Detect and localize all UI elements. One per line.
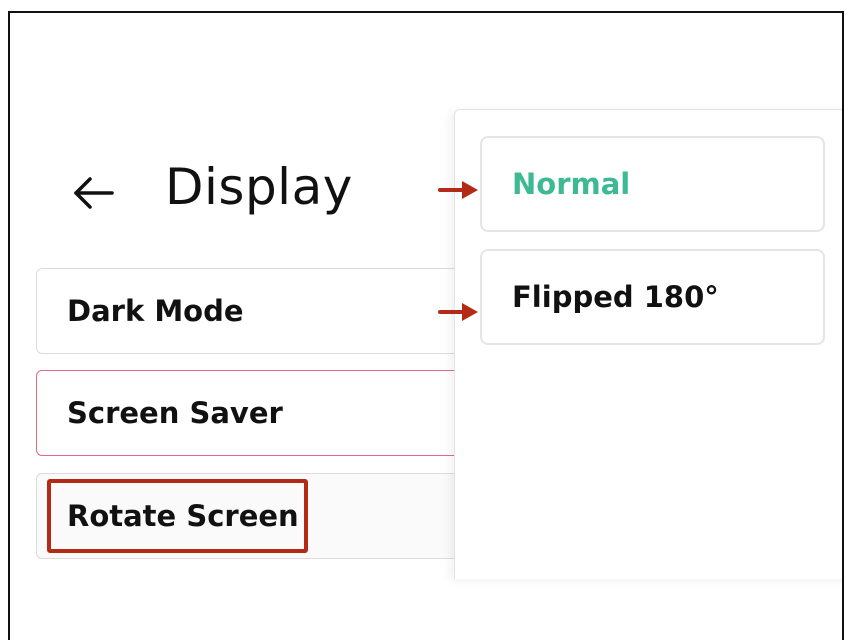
setting-dark-mode[interactable]: Dark Mode	[36, 268, 476, 354]
option-normal[interactable]: Normal	[480, 136, 825, 232]
page-title: Display	[165, 158, 353, 216]
arrow-right-icon	[438, 301, 480, 323]
option-flipped-180[interactable]: Flipped 180°	[480, 249, 825, 345]
option-label: Flipped 180°	[512, 280, 719, 314]
option-label: Normal	[512, 167, 631, 201]
arrow-left-icon[interactable]	[70, 173, 118, 213]
page-header: Display	[70, 153, 352, 233]
arrow-right-icon	[438, 179, 480, 201]
screenshot-frame: Display Dark Mode Screen Saver Rotate Sc…	[8, 11, 844, 640]
setting-label: Screen Saver	[67, 396, 283, 430]
annotation-highlight-box	[47, 479, 308, 553]
setting-label: Dark Mode	[67, 294, 244, 328]
rotate-options-popup: Normal Flipped 180°	[454, 109, 842, 579]
setting-screen-saver[interactable]: Screen Saver	[36, 370, 476, 456]
